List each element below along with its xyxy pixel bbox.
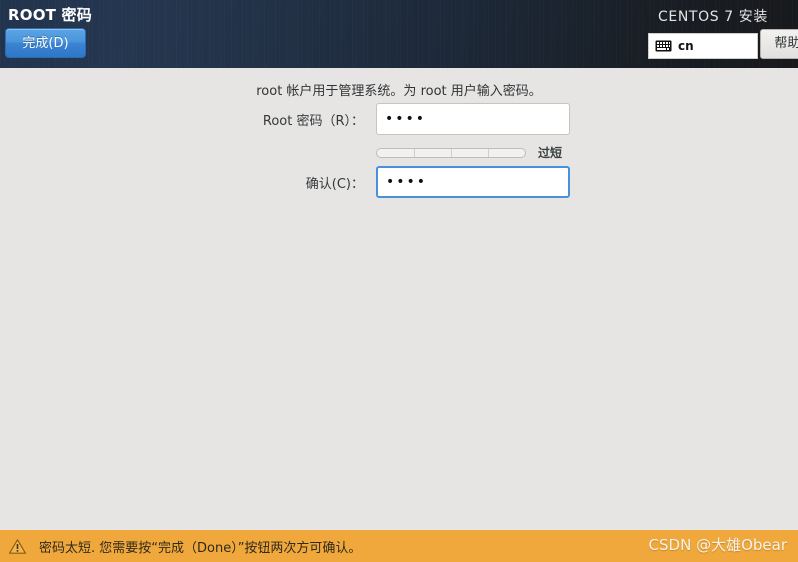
confirm-password-label: 确认(C)： — [305, 176, 364, 192]
confirm-password-row: 确认(C)： •••• — [261, 166, 570, 198]
password-strength-meter — [376, 147, 526, 158]
installer-screen: ROOT 密码 完成(D) CENTOS 7 安装 cn 帮 root 帐户用于… — [0, 0, 798, 562]
keyboard-layout-label: cn — [678, 39, 694, 53]
root-password-input[interactable]: •••• — [376, 103, 570, 135]
done-button[interactable]: 完成(D) — [5, 28, 86, 58]
installer-header: ROOT 密码 完成(D) CENTOS 7 安装 cn 帮 — [0, 0, 798, 68]
password-strength-row: 过短 — [376, 144, 562, 161]
main-content: root 帐户用于管理系统。为 root 用户输入密码。 Root 密码（R）：… — [0, 68, 798, 530]
root-password-row: Root 密码（R）： •••• — [261, 103, 570, 135]
page-title: ROOT 密码 — [8, 6, 92, 24]
root-password-label: Root 密码（R）： — [262, 113, 364, 129]
warning-message: 密码太短. 您需要按“完成（Done）”按钮两次方可确认。 — [39, 540, 362, 556]
keyboard-icon — [655, 40, 672, 52]
warning-bar: 密码太短. 您需要按“完成（Done）”按钮两次方可确认。 — [0, 530, 798, 562]
product-title: CENTOS 7 安装 — [658, 9, 768, 25]
intro-description: root 帐户用于管理系统。为 root 用户输入密码。 — [256, 84, 542, 99]
password-strength-label: 过短 — [538, 146, 563, 160]
help-button[interactable]: 帮助! — [760, 29, 798, 59]
confirm-password-input[interactable]: •••• — [376, 166, 570, 198]
keyboard-layout-indicator[interactable]: cn — [648, 33, 758, 59]
warning-triangle-icon — [9, 538, 26, 554]
